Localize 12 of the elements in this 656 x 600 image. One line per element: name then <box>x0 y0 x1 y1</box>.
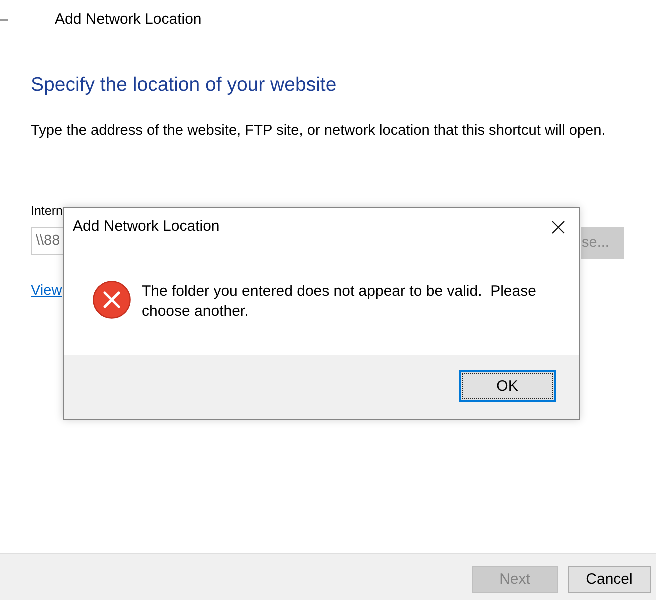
ok-button[interactable]: OK <box>459 370 556 402</box>
page-heading: Specify the location of your website <box>31 73 337 98</box>
text-link[interactable]: View <box>31 281 62 301</box>
dialog-title: Add Network Location <box>73 217 220 237</box>
window-title: Add Network Location <box>55 10 202 30</box>
description-text: Type the address of the website, FTP site, or network location that this shortcut will open. <box>31 122 606 141</box>
message-text: The folder you entered does not appear to be valid. Please choose another. <box>142 282 538 322</box>
dash-icon <box>0 19 8 21</box>
field-label: Intern <box>31 203 63 220</box>
close-icon[interactable] <box>552 220 565 234</box>
cancel-button[interactable]: Cancel <box>568 566 651 593</box>
error-icon <box>93 281 131 319</box>
